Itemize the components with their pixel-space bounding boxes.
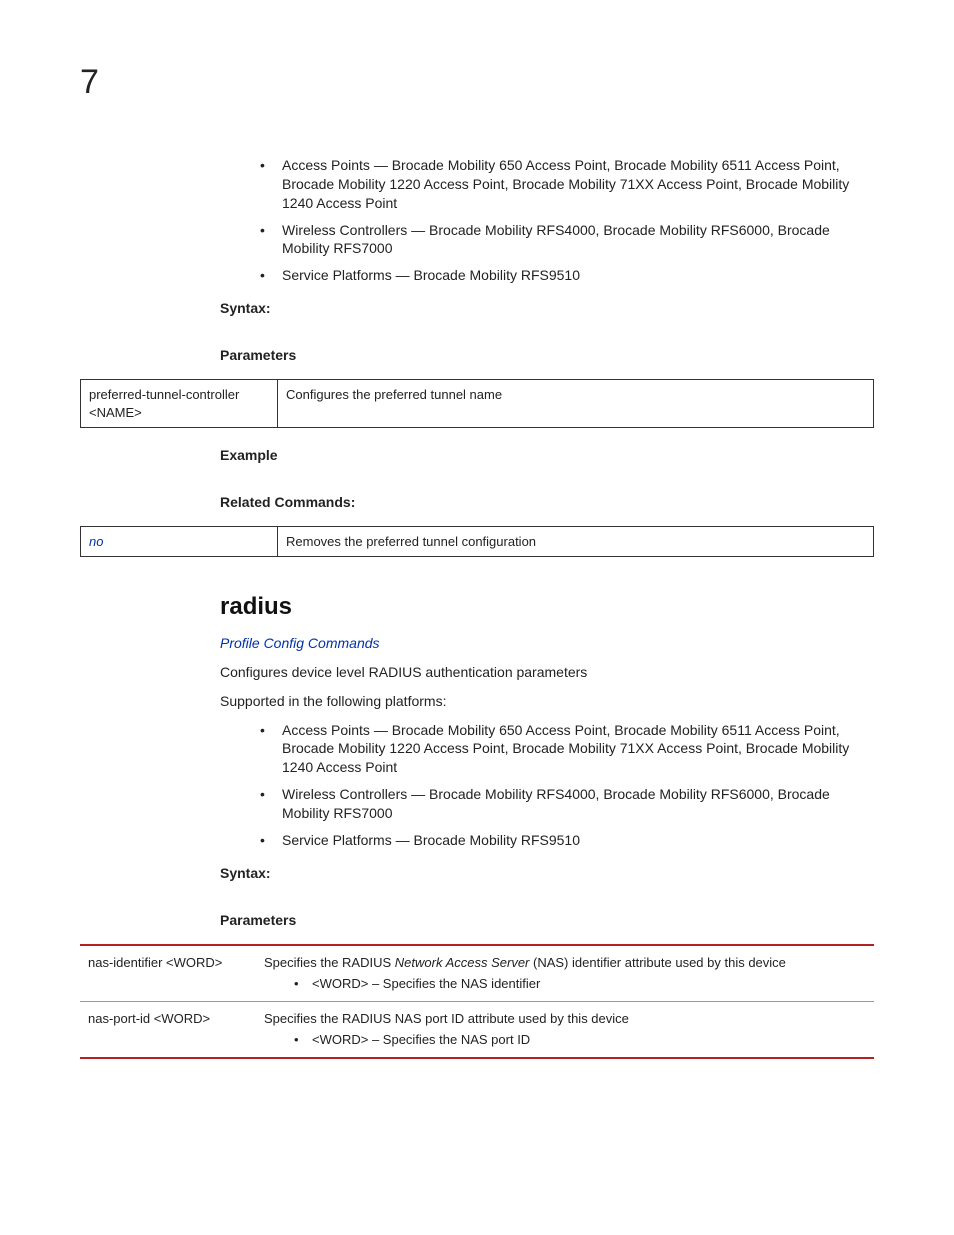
example-heading: Example [220,446,874,465]
list-item: Service Platforms — Brocade Mobility RFS… [260,266,874,285]
table-row: preferred-tunnel-controller <NAME> Confi… [81,380,874,428]
related-commands-table: no Removes the preferred tunnel configur… [80,526,874,558]
list-item: Access Points — Brocade Mobility 650 Acc… [260,156,874,213]
syntax-heading-2: Syntax: [220,864,874,883]
related-cmd-desc: Removes the preferred tunnel configurati… [278,526,874,557]
table-row: no Removes the preferred tunnel configur… [81,526,874,557]
param-sub: <WORD> – Specifies the NAS identifier [294,975,866,993]
list-item: Service Platforms — Brocade Mobility RFS… [260,831,874,850]
param-name: nas-identifier <WORD> [80,945,256,1002]
list-item: Wireless Controllers — Brocade Mobility … [260,221,874,259]
param-desc: Specifies the RADIUS Network Access Serv… [256,945,874,1002]
parameters-table-1: preferred-tunnel-controller <NAME> Confi… [80,379,874,428]
chapter-number: 7 [80,60,874,106]
radius-description: Configures device level RADIUS authentic… [220,663,874,682]
table-row: nas-port-id <WORD> Specifies the RADIUS … [80,1001,874,1058]
parameters-table-2: nas-identifier <WORD> Specifies the RADI… [80,944,874,1059]
parameters-heading: Parameters [220,346,874,365]
related-commands-heading: Related Commands: [220,493,874,512]
radius-section-title: radius [220,591,874,623]
supported-platforms-label: Supported in the following platforms: [220,692,874,711]
related-cmd-name[interactable]: no [81,526,278,557]
profile-config-commands-link[interactable]: Profile Config Commands [220,635,380,651]
param-desc: Specifies the RADIUS NAS port ID attribu… [256,1001,874,1058]
table-row: nas-identifier <WORD> Specifies the RADI… [80,945,874,1002]
list-item: Wireless Controllers — Brocade Mobility … [260,785,874,823]
param-desc: Configures the preferred tunnel name [278,380,874,428]
param-sub: <WORD> – Specifies the NAS port ID [294,1031,866,1049]
parameters-heading-2: Parameters [220,911,874,930]
param-name: preferred-tunnel-controller <NAME> [81,380,278,428]
no-command-link[interactable]: no [89,534,103,549]
list-item: Access Points — Brocade Mobility 650 Acc… [260,721,874,778]
param-name: nas-port-id <WORD> [80,1001,256,1058]
syntax-heading: Syntax: [220,299,874,318]
platform-list-2: Access Points — Brocade Mobility 650 Acc… [260,721,874,850]
platform-list-1: Access Points — Brocade Mobility 650 Acc… [260,156,874,285]
